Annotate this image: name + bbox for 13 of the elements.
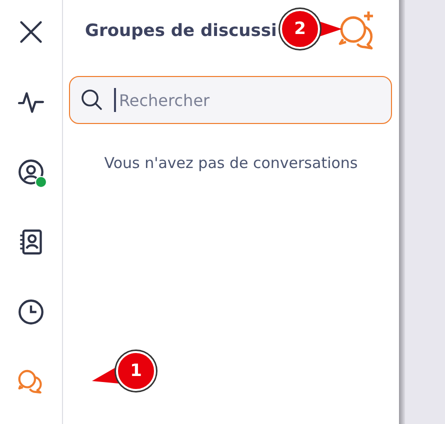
search-input[interactable]: Rechercher [114, 88, 361, 112]
empty-message: Vous n'avez pas de conversations [103, 154, 359, 172]
panel-title: Groupes de discussi [85, 21, 277, 41]
pulse-icon [18, 89, 44, 115]
user-circle-icon [18, 159, 44, 185]
search-icon [80, 88, 104, 112]
clock-icon [18, 299, 44, 325]
contact-book-icon [18, 229, 44, 255]
search-field[interactable]: Rechercher [69, 76, 392, 124]
callout-badge: 2 [280, 9, 320, 49]
chat-bubbles-icon [17, 368, 45, 396]
close-icon [18, 19, 44, 45]
callout-badge: 1 [116, 351, 156, 391]
